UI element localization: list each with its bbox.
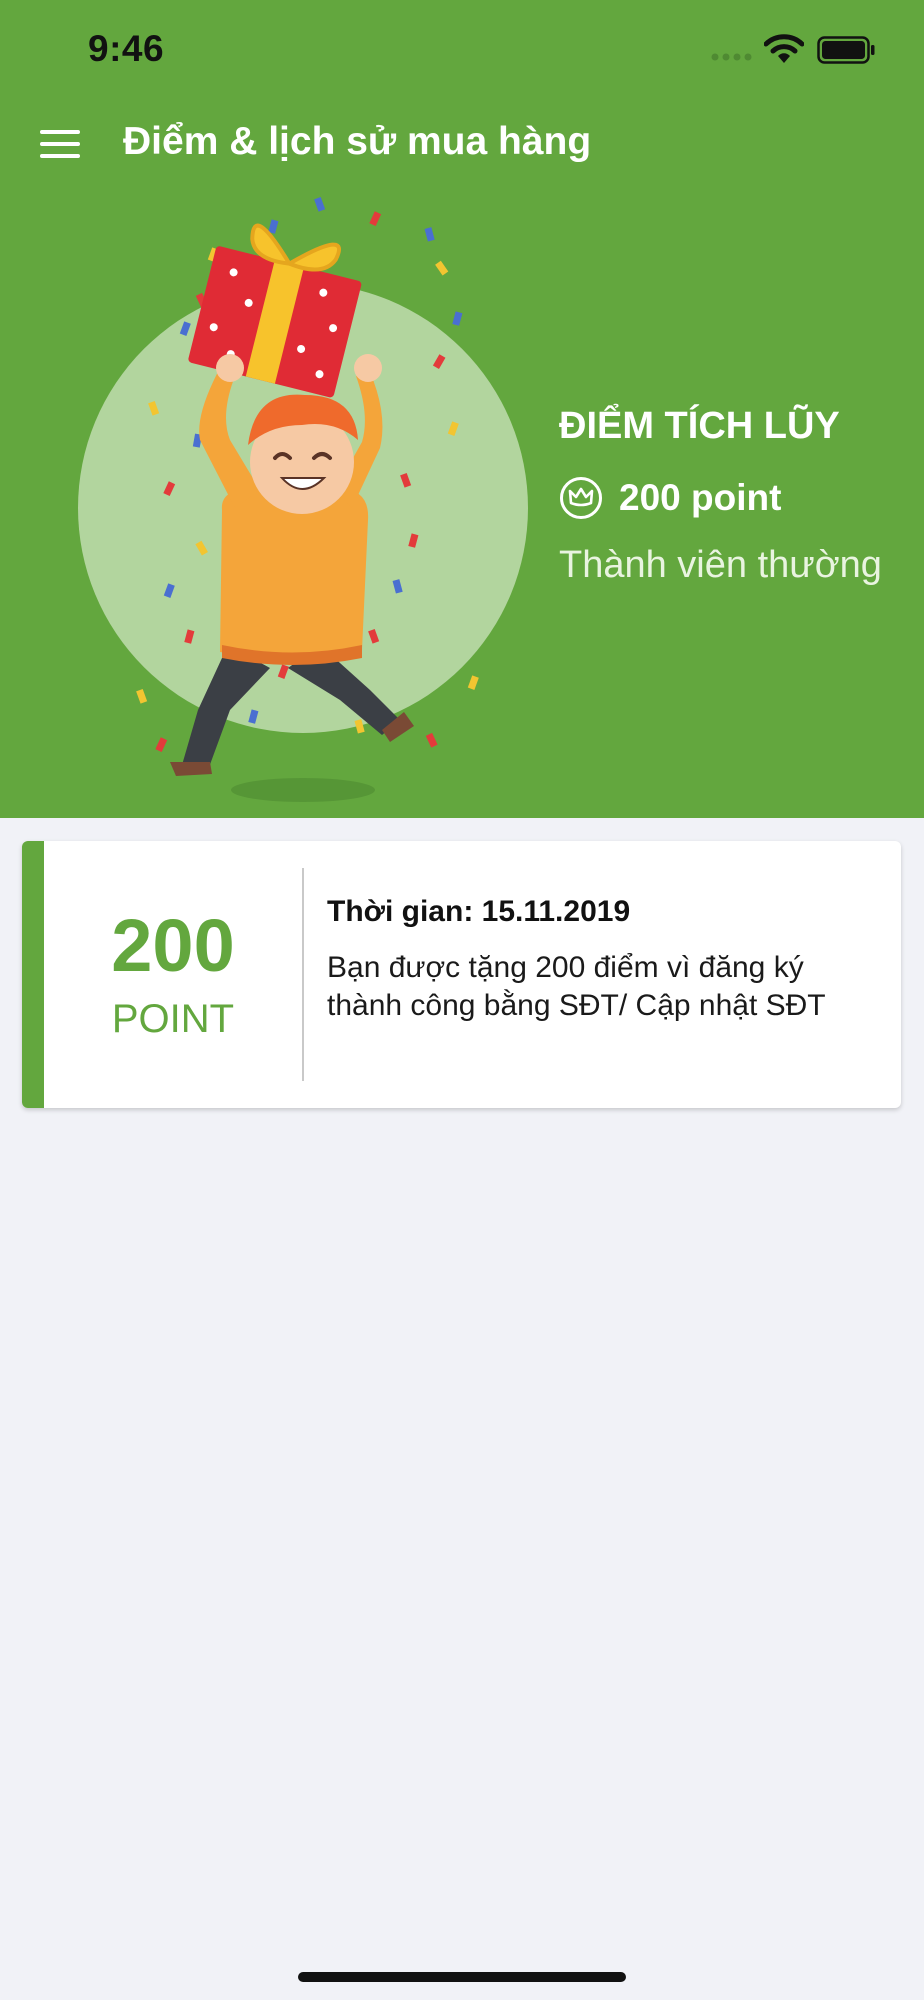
history-item[interactable]: 200 POINT Thời gian: 15.11.2019 Bạn được… <box>22 841 901 1108</box>
history-time: Thời gian: 15.11.2019 <box>327 895 631 928</box>
status-time: 9:46 <box>88 28 165 69</box>
wifi-icon <box>764 34 804 63</box>
history-points-value: 200 <box>111 904 235 987</box>
page-title: Điểm & lịch sử mua hàng <box>123 120 592 163</box>
points-row: 200 point <box>559 474 909 522</box>
battery-icon <box>817 36 875 64</box>
gift-celebration-illustration <box>78 196 528 802</box>
points-hero: 9:46 Điểm & lịch sử mua hàng ĐIỂM TÍCH L… <box>0 0 924 818</box>
home-indicator[interactable] <box>298 1972 626 1982</box>
history-item-points: 200 POINT <box>44 841 302 1108</box>
crown-icon <box>560 477 602 519</box>
member-tier: Thành viên thường <box>559 544 882 586</box>
hamburger-icon <box>40 130 80 158</box>
cellular-signal-icon <box>711 53 752 61</box>
history-item-accent <box>22 841 44 1108</box>
points-heading: ĐIỂM TÍCH LŨY <box>559 405 840 447</box>
points-summary: ĐIỂM TÍCH LŨY 200 point Thành viên thườn… <box>559 405 909 587</box>
status-bar: 9:46 <box>0 0 924 100</box>
history-points-unit: POINT <box>111 997 235 1041</box>
points-balance: 200 point <box>619 477 782 518</box>
history-item-divider <box>302 868 304 1081</box>
history-item-details: Thời gian: 15.11.2019 Bạn được tặng 200 … <box>327 895 867 1025</box>
menu-button[interactable] <box>38 124 84 166</box>
history-description: Bạn được tặng 200 điểm vì đăng ký thành … <box>327 951 826 1022</box>
